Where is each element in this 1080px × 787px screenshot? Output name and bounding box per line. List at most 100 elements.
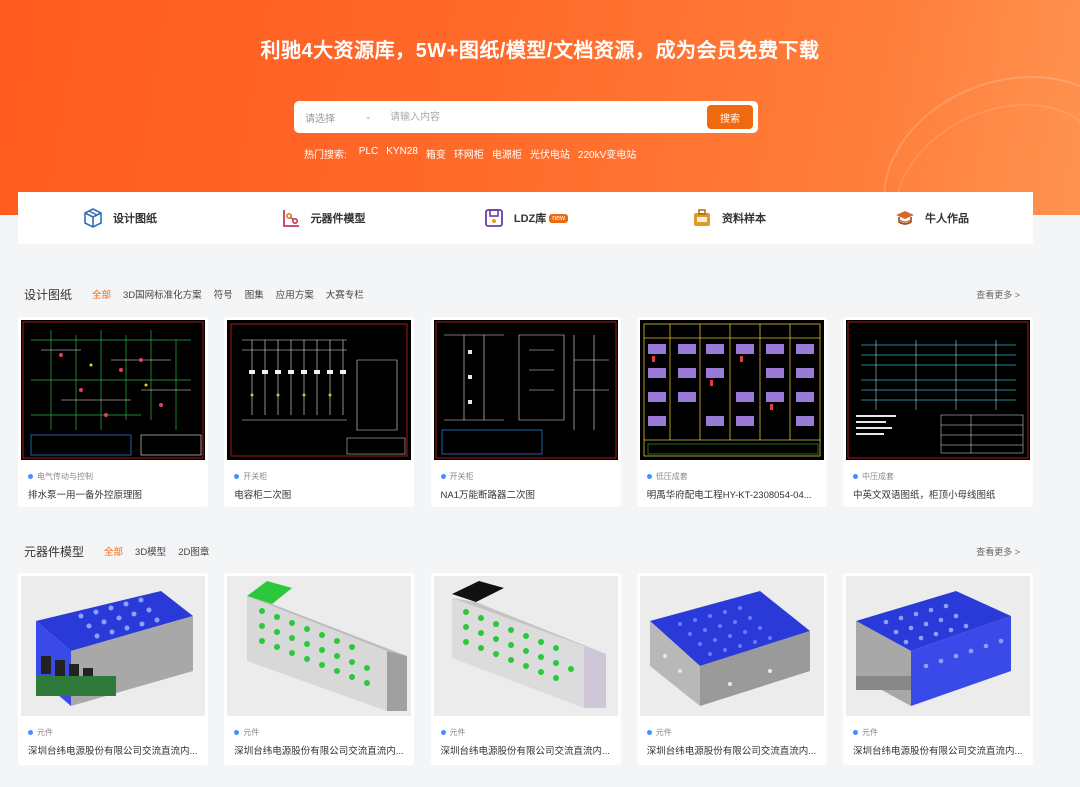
drawings-section-header: 设计图纸 全部 3D国网标准化方案 符号 图集 应用方案 大赛专栏 查看更多 >	[24, 285, 1020, 303]
category-design-drawings[interactable]: 设计图纸	[18, 207, 221, 229]
tab-contest[interactable]: 大赛专栏	[326, 287, 364, 301]
tab-atlas[interactable]: 图集	[245, 287, 264, 301]
category-sample-docs[interactable]: 资料样本	[627, 207, 830, 229]
card-title: 排水泵一用一备外控原理图	[28, 490, 143, 501]
card-tag: 元件	[440, 727, 621, 738]
search-bar: 请选择 ⌄ 搜索	[294, 101, 758, 133]
card-title: 中英文双语图纸，柜顶小母线图纸	[853, 490, 996, 501]
category-label: 牛人作品	[925, 213, 969, 225]
hot-term-link[interactable]: 电源柜	[492, 146, 522, 161]
model-card[interactable]: 元件 深圳台纬电源股份有限公司交流直流内...	[636, 573, 827, 765]
3d-model-thumbnail	[227, 576, 412, 716]
section-title: 设计图纸	[24, 287, 73, 302]
category-expert-works[interactable]: 牛人作品	[830, 207, 1033, 229]
tag-text: 元件	[862, 728, 878, 737]
category-label: LDZ库	[513, 213, 547, 225]
card-title: 深圳台纬电源股份有限公司交流直流内...	[853, 746, 1023, 757]
cad-drawing-thumbnail	[846, 320, 1030, 460]
chevron-down-icon: ⌄	[364, 111, 372, 121]
hot-term-link[interactable]: PLC	[359, 146, 378, 161]
tag-text: 元件	[37, 728, 53, 737]
tab-symbols[interactable]: 符号	[214, 287, 233, 301]
new-badge: new	[549, 213, 569, 223]
card-tag: 元件	[28, 727, 208, 738]
card-tag: 开关柜	[440, 471, 621, 482]
briefcase-icon	[691, 207, 713, 229]
hero-title: 利驰4大资源库，5W+图纸/模型/文档资源，成为会员免费下载	[260, 40, 820, 62]
card-tag: 元件	[646, 727, 827, 738]
card-title: 明禹华府配电工程HY-KT-2308054-04...	[646, 490, 812, 501]
card-tag: 元件	[234, 727, 414, 738]
hot-term-link[interactable]: 环网柜	[454, 146, 484, 161]
view-more-link[interactable]: 查看更多 >	[976, 288, 1020, 301]
hot-term-link[interactable]: 220kV变电站	[578, 146, 636, 161]
drawing-card[interactable]: 开关柜 电容柜二次图	[224, 317, 415, 507]
cad-drawing-thumbnail	[227, 320, 412, 460]
card-tag: 开关柜	[234, 471, 414, 482]
3d-model-thumbnail	[433, 576, 618, 716]
model-card[interactable]: 元件 深圳台纬电源股份有限公司交流直流内...	[843, 573, 1033, 765]
card-tag: 低压成套	[646, 471, 827, 482]
hot-search-label: 热门搜索:	[304, 150, 347, 161]
tab-3d-models[interactable]: 3D模型	[135, 544, 166, 558]
cad-drawing-thumbnail	[639, 320, 824, 460]
tag-text: 中压成套	[862, 472, 894, 481]
components-card-row: 元件 深圳台纬电源股份有限公司交流直流内... 元件 深圳台纬电源股份有限公司交…	[18, 573, 1033, 765]
component-icon	[280, 207, 302, 229]
tag-text: 开关柜	[449, 472, 474, 481]
drawing-card[interactable]: 低压成套 明禹华府配电工程HY-KT-2308054-04...	[636, 317, 827, 507]
card-title: 深圳台纬电源股份有限公司交流直流内...	[28, 746, 198, 757]
tab-3d-state-grid[interactable]: 3D国网标准化方案	[123, 287, 202, 301]
tag-text: 元件	[449, 728, 466, 737]
hot-term-link[interactable]: 光伏电站	[530, 146, 570, 161]
model-card[interactable]: 元件 深圳台纬电源股份有限公司交流直流内...	[18, 573, 208, 765]
drawings-tabs: 全部 3D国网标准化方案 符号 图集 应用方案 大赛专栏	[92, 287, 364, 301]
drawing-card[interactable]: 电气传动与控制 排水泵一用一备外控原理图	[18, 317, 208, 507]
tag-dot	[440, 730, 446, 735]
tag-dot	[234, 474, 240, 479]
card-title: 深圳台纬电源股份有限公司交流直流内...	[440, 746, 610, 757]
3d-model-thumbnail	[639, 576, 824, 716]
components-section-header: 元器件模型 全部 3D模型 2D图章 查看更多 >	[24, 542, 1020, 560]
model-card[interactable]: 元件 深圳台纬电源股份有限公司交流直流内...	[430, 573, 621, 765]
library-icon	[483, 207, 505, 229]
graduation-cap-icon	[894, 207, 916, 229]
tab-application-schemes[interactable]: 应用方案	[276, 287, 314, 301]
search-input[interactable]	[380, 101, 707, 133]
model-card[interactable]: 元件 深圳台纬电源股份有限公司交流直流内...	[224, 573, 415, 765]
tab-2d-stamps[interactable]: 2D图章	[178, 544, 209, 558]
hot-search-row: 热门搜索: PLC KYN28 箱变 环网柜 电源柜 光伏电站 220kV变电站	[304, 146, 636, 161]
3d-model-thumbnail	[846, 576, 1030, 716]
search-button[interactable]: 搜索	[707, 105, 753, 129]
view-more-link[interactable]: 查看更多 >	[976, 545, 1020, 558]
card-title: 电容柜二次图	[234, 490, 292, 501]
components-tabs: 全部 3D模型 2D图章	[104, 544, 209, 558]
category-ldz-library[interactable]: LDZ库 new	[424, 207, 627, 229]
drawing-card[interactable]: 开关柜 NA1万能断路器二次图	[430, 317, 621, 507]
tag-text: 开关柜	[243, 472, 268, 481]
tag-text: 电气传动与控制	[37, 472, 93, 481]
category-label: 资料样本	[722, 213, 766, 225]
tag-dot	[28, 730, 33, 735]
cad-drawing-thumbnail	[433, 320, 618, 460]
tab-all[interactable]: 全部	[104, 544, 123, 558]
3d-model-thumbnail	[21, 576, 205, 716]
category-component-models[interactable]: 元器件模型	[221, 207, 424, 229]
card-tag: 元件	[853, 727, 1033, 738]
hot-term-link[interactable]: 箱变	[426, 146, 446, 161]
hero-banner: 利驰4大资源库，5W+图纸/模型/文档资源，成为会员免费下载 请选择 ⌄ 搜索 …	[0, 0, 1080, 215]
drawings-card-row: 电气传动与控制 排水泵一用一备外控原理图 开关柜 电容柜二次图 开关柜 NA1万…	[18, 317, 1033, 507]
tag-text: 元件	[655, 728, 672, 737]
drawing-card[interactable]: 中压成套 中英文双语图纸，柜顶小母线图纸	[843, 317, 1033, 507]
hot-term-link[interactable]: KYN28	[386, 146, 418, 161]
card-title: NA1万能断路器二次图	[440, 490, 535, 501]
card-tag: 中压成套	[853, 471, 1033, 482]
cad-drawing-thumbnail	[21, 320, 205, 460]
select-placeholder: 请选择	[305, 113, 335, 125]
tag-dot	[646, 730, 652, 735]
tab-all[interactable]: 全部	[92, 287, 111, 301]
card-title: 深圳台纬电源股份有限公司交流直流内...	[234, 746, 404, 757]
category-nav: 设计图纸 元器件模型 LDZ库 new 资料样本 牛人作品	[18, 192, 1033, 244]
resource-type-select[interactable]: 请选择 ⌄	[294, 101, 380, 133]
tag-dot	[234, 730, 240, 735]
